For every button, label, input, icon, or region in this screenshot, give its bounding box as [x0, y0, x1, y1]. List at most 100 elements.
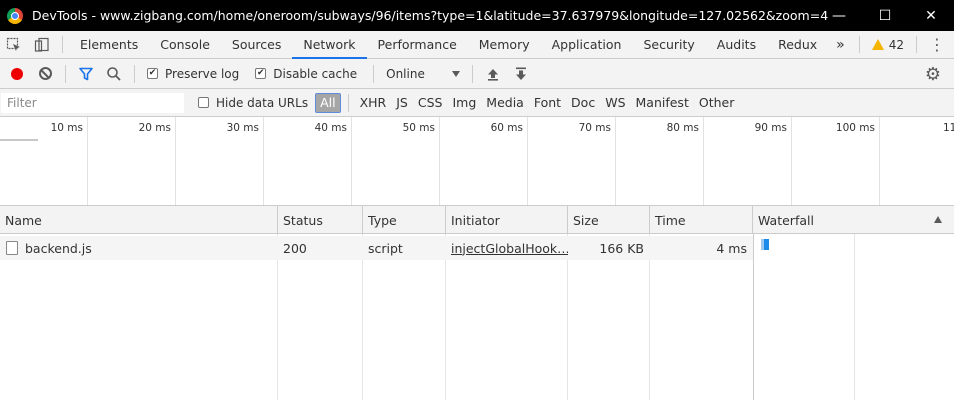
record-icon	[11, 67, 23, 80]
preserve-log-check-icon: ✔	[147, 68, 158, 79]
overview-gridline	[527, 117, 528, 205]
overview-tick-label: 110	[942, 122, 954, 134]
search-icon	[107, 66, 121, 81]
minimize-button[interactable]: —	[816, 0, 862, 31]
overview-tick-label: 90 ms	[754, 122, 787, 134]
settings-gear-icon[interactable]: ⚙	[920, 61, 946, 87]
overview-tick-label: 80 ms	[666, 122, 699, 134]
import-har-button[interactable]	[479, 61, 507, 87]
column-header-initiator[interactable]: Initiator	[446, 206, 568, 234]
table-header: Name Status Type Initiator Size Time Waterfall	[0, 206, 954, 234]
cell-time: 4 ms	[650, 236, 753, 260]
overview-tick-label: 30 ms	[226, 122, 259, 134]
cell-initiator[interactable]: injectGlobalHook…	[446, 236, 568, 260]
filter-type-css[interactable]: CSS	[414, 93, 447, 113]
overview-gridline	[351, 117, 352, 205]
waterfall-bar[interactable]	[761, 239, 769, 250]
tab-security[interactable]: Security	[632, 31, 705, 58]
toolbar-divider	[65, 64, 66, 83]
resource-type-filters: All XHR JS CSS Img Media Font Doc WS Manifest Othe…	[314, 92, 739, 113]
toolbar-divider	[373, 64, 375, 83]
network-overview-timeline[interactable]: 10 ms 20 ms 30 ms 40 ms 50 ms 60 ms 70 ms 80 ms…	[0, 117, 954, 206]
toolbar-divider	[472, 64, 474, 83]
preserve-log-checkbox[interactable]: ✔ Preserve log	[147, 67, 239, 81]
maximize-button[interactable]: ☐	[862, 0, 908, 31]
table-row[interactable]: backend.js 200 script injectGlobalHook… 166 …	[0, 236, 753, 260]
overview-gridline	[703, 117, 704, 205]
tab-redux[interactable]: Redux	[767, 31, 828, 58]
overview-gridline	[439, 117, 440, 205]
overview-gridline	[879, 117, 880, 205]
column-header-type[interactable]: Type	[363, 206, 446, 234]
filter-type-doc[interactable]: Doc	[567, 93, 599, 113]
filter-type-img[interactable]: Img	[448, 93, 480, 113]
filter-toggle-button[interactable]	[72, 61, 100, 87]
devtools-tab-bar: Elements Console Sources Network Performance…	[0, 31, 954, 59]
network-request-table: Name Status Type Initiator Size Time Waterfall…	[0, 206, 954, 400]
warnings-counter[interactable]: 42	[866, 31, 910, 58]
filter-type-manifest[interactable]: Manifest	[632, 93, 693, 113]
cell-status-text: 200	[283, 240, 307, 256]
filter-type-other[interactable]: Other	[695, 93, 739, 113]
overview-gridline	[87, 117, 88, 205]
column-header-name[interactable]: Name	[0, 206, 278, 234]
filter-type-js[interactable]: JS	[392, 93, 412, 113]
waterfall-column	[753, 234, 954, 400]
tab-performance[interactable]: Performance	[367, 31, 468, 58]
clear-button[interactable]	[31, 61, 59, 87]
device-toolbar-icon[interactable]	[28, 31, 56, 58]
disable-cache-checkbox[interactable]: ✔ Disable cache	[255, 67, 357, 81]
inspect-element-icon[interactable]	[0, 31, 28, 58]
toolbar-divider	[134, 64, 135, 83]
tab-sources[interactable]: Sources	[221, 31, 292, 58]
export-har-button[interactable]	[507, 61, 535, 87]
filter-type-all[interactable]: All	[315, 92, 341, 113]
tab-elements[interactable]: Elements	[69, 31, 149, 58]
tab-memory[interactable]: Memory	[468, 31, 541, 58]
cell-size: 166 KB	[568, 236, 650, 260]
hide-data-urls-check-icon	[198, 97, 209, 108]
hide-data-urls-label: Hide data URLs	[216, 95, 309, 110]
window-title: DevTools - www.zigbang.com/home/oneroom/…	[32, 8, 829, 23]
filter-type-ws[interactable]: WS	[601, 93, 629, 113]
column-header-time[interactable]: Time	[650, 206, 753, 234]
filter-type-media[interactable]: Media	[482, 93, 528, 113]
chrome-logo-icon	[7, 7, 23, 24]
column-header-waterfall[interactable]: Waterfall	[753, 206, 954, 234]
tab-audits[interactable]: Audits	[706, 31, 767, 58]
file-icon	[6, 241, 18, 255]
search-button[interactable]	[100, 61, 128, 87]
column-header-size[interactable]: Size	[568, 206, 650, 234]
clear-icon	[38, 67, 52, 80]
more-options-icon[interactable]: ⋮	[923, 31, 951, 58]
tab-application[interactable]: Application	[541, 31, 633, 58]
warnings-count: 42	[888, 37, 905, 52]
cell-name: backend.js	[0, 236, 278, 260]
preserve-log-label: Preserve log	[165, 66, 240, 81]
column-header-status[interactable]: Status	[278, 206, 363, 234]
tab-network[interactable]: Network	[292, 31, 367, 59]
overview-tick-label: 40 ms	[314, 122, 347, 134]
more-tabs-button[interactable]: »	[828, 31, 853, 58]
filter-type-font[interactable]: Font	[530, 93, 565, 113]
throttling-value: Online	[386, 66, 425, 81]
disable-cache-label: Disable cache	[273, 66, 358, 81]
overview-tick-label: 70 ms	[578, 122, 611, 134]
cell-initiator-text[interactable]: injectGlobalHook…	[451, 241, 568, 256]
hide-data-urls-checkbox[interactable]: Hide data URLs	[198, 96, 308, 110]
filter-input[interactable]	[1, 92, 184, 113]
cell-type-text: script	[368, 240, 403, 256]
dropdown-arrow-icon	[452, 70, 461, 77]
disable-cache-check-icon: ✔	[255, 68, 267, 79]
close-button[interactable]: ✕	[908, 0, 954, 31]
throttling-select[interactable]: Online	[380, 67, 466, 81]
cell-size-text: 166 KB	[599, 240, 644, 256]
window-controls: — ☐ ✕	[816, 0, 954, 31]
tab-divider	[62, 36, 63, 53]
waterfall-gridline	[854, 234, 855, 400]
tab-console[interactable]: Console	[149, 31, 221, 58]
overview-gridline	[175, 117, 176, 205]
record-button[interactable]	[3, 61, 31, 87]
overview-request-bar	[0, 139, 38, 141]
filter-type-xhr[interactable]: XHR	[356, 93, 391, 113]
